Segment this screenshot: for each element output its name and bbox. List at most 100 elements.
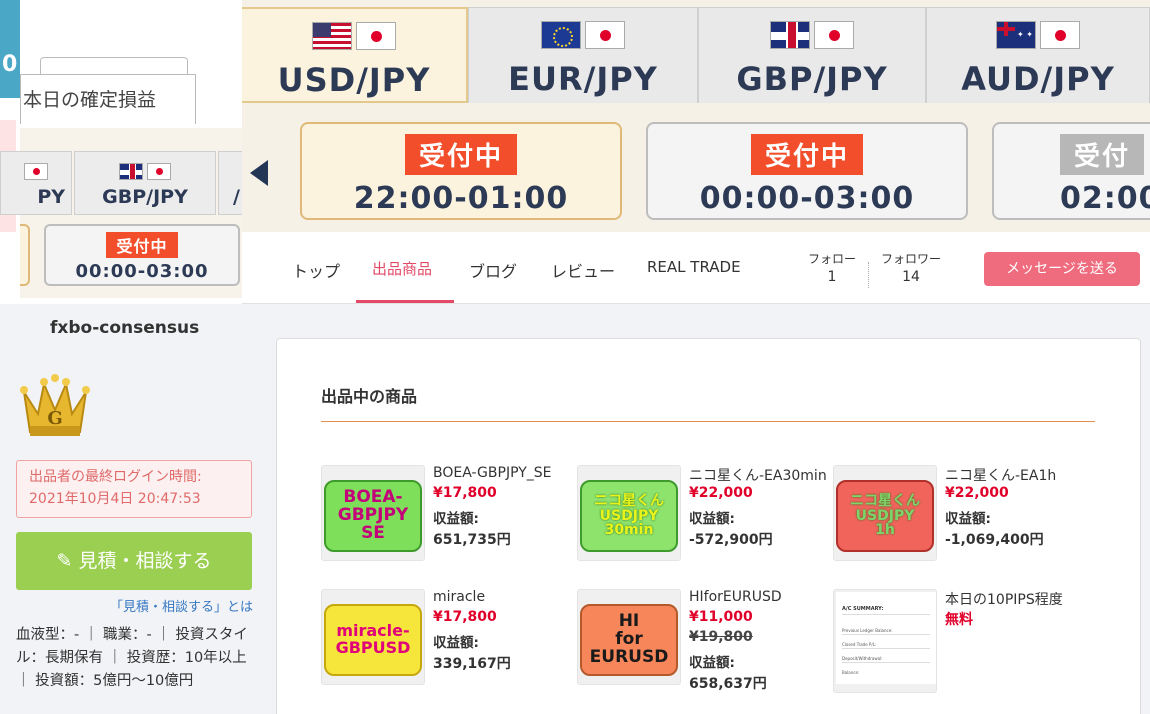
product-title[interactable]: BOEA-GBPJPY_SE — [433, 465, 579, 481]
mini-blue-bar: 0 — [0, 0, 20, 98]
thumb-text: miracle- GBPUSD — [324, 604, 422, 676]
profile-nav: トップ 出品商品 ブログ レビュー REAL TRADE フォロー 1 フォロワ… — [242, 232, 1150, 304]
product-thumbnail[interactable]: HI for EURUSD — [577, 589, 681, 685]
nav-tab-reviews[interactable]: レビュー — [551, 258, 615, 282]
product-card[interactable]: HI for EURUSD HIforEURUSD ¥11,000 ¥19,800 … — [577, 589, 833, 699]
profit-label: 収益額: — [689, 511, 735, 527]
profit-label: 収益額: — [433, 511, 479, 527]
product-card[interactable]: miracle- GBPUSD miracle ¥17,800 収益額: 339,… — [321, 589, 577, 699]
profit-label: 収益額: — [689, 655, 735, 671]
follow-divider — [868, 262, 869, 288]
product-price: ¥17,800 — [433, 609, 497, 625]
pair-tab-audjpy[interactable]: AUD/JPY — [926, 7, 1150, 103]
profit-value: -572,900円 — [689, 532, 773, 548]
product-title[interactable]: ニコ星くん-EA1h — [945, 465, 1091, 485]
slot-time: 02:00 — [1060, 181, 1150, 216]
profit-value: 651,735円 — [433, 532, 511, 548]
daily-profit-tab[interactable]: 本日の確定損益 — [20, 74, 196, 124]
au-flag-icon — [996, 21, 1036, 49]
product-thumbnail[interactable]: BOEA- GBPJPY SE — [321, 465, 425, 561]
thumb-text: BOEA- GBPJPY SE — [324, 480, 422, 552]
jp-flag-icon — [585, 21, 625, 49]
product-price: 無料 — [945, 612, 973, 628]
thumb-text: ニコ星くん USDJPY 1h — [836, 480, 934, 552]
pair-tab-gbpjpy[interactable]: GBP/JPY — [698, 7, 926, 103]
section-divider — [321, 421, 1095, 422]
thumb-text: ニコ星くん USDJPY 30min — [580, 480, 678, 552]
nav-tab-blog[interactable]: ブログ — [469, 258, 517, 282]
jp-flag-icon — [147, 162, 171, 180]
product-price: ¥22,000 — [945, 485, 1009, 501]
product-thumbnail[interactable]: ニコ星くん USDJPY 30min — [577, 465, 681, 561]
profit-value: 658,637円 — [689, 676, 767, 692]
time-slot-row: 受付中 22:00-01:00 受付中 00:00-03:00 受付 02:00 — [240, 110, 1150, 232]
product-thumbnail[interactable]: ニコ星くん USDJPY 1h — [833, 465, 937, 561]
mini-pair-row: PY GBP/JPY / — [0, 128, 242, 228]
product-card[interactable]: BOEA- GBPJPY SE BOEA-GBPJPY_SE ¥17,800 収益額… — [321, 465, 577, 575]
product-price: ¥11,000 — [689, 609, 753, 625]
original-price: ¥19,800 — [689, 629, 753, 645]
nav-tab-products[interactable]: 出品商品 — [372, 258, 432, 279]
pair-label: USD/JPY — [277, 61, 431, 99]
profile-details: 血液型：- ｜ 職業：- ｜ 投資スタイル：長期保有 ｜ 投資歴：10年以上 ｜… — [16, 627, 248, 689]
product-title[interactable]: 本日の10PIPS程度 — [945, 589, 1091, 609]
product-thumbnail[interactable]: A/C SUMMARY: Previous Ledger Balance: Cl… — [833, 589, 937, 693]
consult-help-link[interactable]: 「見積・相談する」とは — [110, 596, 253, 615]
product-price: ¥17,800 — [433, 485, 497, 501]
seller-sidebar: fxbo-consensus G 出品者の最終ログイン時間: 2021年10月4… — [0, 304, 262, 714]
last-login-box: 出品者の最終ログイン時間: 2021年10月4日 20:47:53 — [16, 460, 252, 518]
product-panel: 出品中の商品 BOEA- GBPJPY SE BOEA-GBPJPY_SE ¥17,… — [276, 338, 1141, 714]
pair-label: EUR/JPY — [508, 60, 658, 98]
product-title[interactable]: miracle — [433, 589, 579, 605]
pair-tab-usdjpy[interactable]: USD/JPY — [240, 7, 468, 103]
slot-status-badge: 受付 — [1060, 134, 1145, 175]
product-title[interactable]: ニコ星くん-EA30min — [689, 465, 835, 485]
slot-time: 00:00-03:00 — [699, 181, 915, 216]
profit-value: 339,167円 — [433, 656, 511, 672]
mini-pair-tab[interactable]: / — [218, 151, 242, 215]
uk-flag-icon — [119, 162, 143, 180]
arrow-left-icon[interactable] — [250, 160, 268, 186]
follow-count[interactable]: フォロー 1 — [808, 250, 856, 285]
jp-flag-icon — [814, 21, 854, 49]
time-slot-card[interactable]: 受付中 22:00-01:00 — [300, 122, 622, 220]
product-thumbnail[interactable]: miracle- GBPUSD — [321, 589, 425, 685]
account-report-image: A/C SUMMARY: Previous Ledger Balance: Cl… — [836, 592, 936, 684]
jp-flag-icon — [24, 162, 48, 180]
mini-slot-prev[interactable] — [20, 224, 30, 286]
currency-banner: USD/JPY EUR/JPY GBP/JPY AUD/JPY 受付中 22:0… — [240, 0, 1150, 232]
product-card[interactable]: ニコ星くん USDJPY 1h ニコ星くん-EA1h ¥22,000 収益額: -1… — [833, 465, 1089, 575]
slot-time: 22:00-01:00 — [353, 181, 569, 216]
product-price: ¥22,000 — [689, 485, 753, 501]
consult-button[interactable]: ✎ 見積・相談する — [16, 532, 252, 590]
profit-value: -1,069,400円 — [945, 532, 1044, 548]
mini-banner: 0 本日の確定損益 PY GBP/JPY / 受付中 00:00-03:00 — [0, 0, 242, 300]
pair-tab-eurjpy[interactable]: EUR/JPY — [468, 7, 698, 103]
send-message-button[interactable]: メッセージを送る — [984, 252, 1140, 286]
product-card[interactable]: A/C SUMMARY: Previous Ledger Balance: Cl… — [833, 589, 1089, 699]
slot-status-badge: 受付中 — [404, 134, 517, 175]
product-card[interactable]: ニコ星くん USDJPY 30min ニコ星くん-EA30min ¥22,000 収… — [577, 465, 833, 575]
follower-count[interactable]: フォロワー 14 — [880, 250, 942, 285]
time-slot-card[interactable]: 受付中 00:00-03:00 — [646, 122, 968, 220]
jp-flag-icon — [356, 22, 396, 50]
crown-rank-icon: G — [20, 374, 90, 436]
mini-time-slot[interactable]: 受付中 00:00-03:00 — [44, 224, 240, 286]
pair-label: AUD/JPY — [961, 60, 1115, 98]
pencil-icon: ✎ — [56, 550, 73, 572]
thumb-text: HI for EURUSD — [580, 604, 678, 676]
mini-pair-tab[interactable]: GBP/JPY — [74, 151, 216, 215]
us-flag-icon — [312, 22, 352, 50]
rank-letter: G — [47, 408, 62, 429]
time-slot-card[interactable]: 受付 02:00 — [992, 122, 1150, 220]
profit-label: 収益額: — [945, 511, 991, 527]
eu-flag-icon — [541, 21, 581, 49]
mini-pair-tab[interactable]: PY — [0, 151, 72, 215]
active-tab-underline — [356, 300, 454, 303]
jp-flag-icon — [1040, 21, 1080, 49]
nav-tab-real-trade[interactable]: REAL TRADE — [647, 258, 741, 276]
seller-username: fxbo-consensus — [50, 318, 200, 338]
nav-tab-top[interactable]: トップ — [292, 258, 340, 282]
profit-label: 収益額: — [433, 635, 479, 651]
product-title[interactable]: HIforEURUSD — [689, 589, 835, 605]
